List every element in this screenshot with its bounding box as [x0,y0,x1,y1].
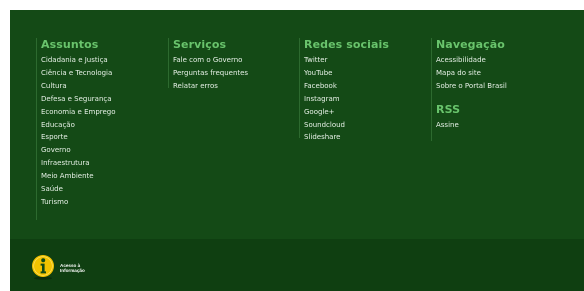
link-relatar-erros[interactable]: Relatar erros [173,80,297,93]
navegacao-heading: Navegação [436,38,505,51]
link-instagram[interactable]: Instagram [304,93,428,106]
acesso-a-informacao-line2: Informação [60,268,85,274]
link-ciencia-tecnologia[interactable]: Ciência e Tecnologia [41,67,165,80]
assuntos-heading: Assuntos [41,38,99,51]
link-educacao[interactable]: Educação [41,119,165,132]
acesso-a-informacao-label: Acesso à Informação [60,263,85,274]
navegacao-column: Navegação Acessibilidade Mapa do site So… [431,38,560,141]
link-facebook[interactable]: Facebook [304,80,428,93]
link-youtube[interactable]: YouTube [304,67,428,80]
rss-heading: RSS [436,102,461,116]
acesso-a-informacao-logo[interactable]: Acesso à Informação [31,254,101,280]
link-perguntas-frequentes[interactable]: Perguntas frequentes [173,67,297,80]
rss-list: Assine [436,119,560,132]
footer-links-area: Assuntos Cidadania e Justiça Ciência e T… [10,10,584,239]
link-meio-ambiente[interactable]: Meio Ambiente [41,170,165,183]
footer-bottom-bar: Acesso à Informação [10,239,584,291]
link-assine-rss[interactable]: Assine [436,119,560,132]
link-cidadania-justica[interactable]: Cidadania e Justiça [41,54,165,67]
link-acessibilidade[interactable]: Acessibilidade [436,54,560,67]
servicos-column: Serviços Fale com o Governo Perguntas fr… [168,38,297,90]
link-mapa-do-site[interactable]: Mapa do site [436,67,560,80]
link-twitter[interactable]: Twitter [304,54,428,67]
assuntos-list: Cidadania e Justiça Ciência e Tecnologia… [41,54,165,209]
assuntos-column: Assuntos Cidadania e Justiça Ciência e T… [36,38,165,220]
link-saude[interactable]: Saúde [41,183,165,196]
servicos-heading: Serviços [173,38,227,51]
link-defesa-seguranca[interactable]: Defesa e Segurança [41,93,165,106]
redes-sociais-column: Redes sociais Twitter YouTube Facebook I… [299,38,428,141]
information-icon [32,255,54,280]
link-slideshare[interactable]: Slideshare [304,131,428,144]
link-infraestrutura[interactable]: Infraestrutura [41,157,165,170]
link-sobre-portal-brasil[interactable]: Sobre o Portal Brasil [436,80,560,93]
link-governo[interactable]: Governo [41,144,165,157]
redes-sociais-heading: Redes sociais [304,38,390,51]
link-soundcloud[interactable]: Soundcloud [304,119,428,132]
site-footer: Assuntos Cidadania e Justiça Ciência e T… [10,10,584,291]
link-esporte[interactable]: Esporte [41,131,165,144]
servicos-list: Fale com o Governo Perguntas frequentes … [173,54,297,93]
redes-sociais-list: Twitter YouTube Facebook Instagram Googl… [304,54,428,144]
link-fale-com-governo[interactable]: Fale com o Governo [173,54,297,67]
link-turismo[interactable]: Turismo [41,196,165,209]
link-economia-emprego[interactable]: Economia e Emprego [41,106,165,119]
navegacao-list: Acessibilidade Mapa do site Sobre o Port… [436,54,560,93]
link-google-plus[interactable]: Google+ [304,106,428,119]
link-cultura[interactable]: Cultura [41,80,165,93]
